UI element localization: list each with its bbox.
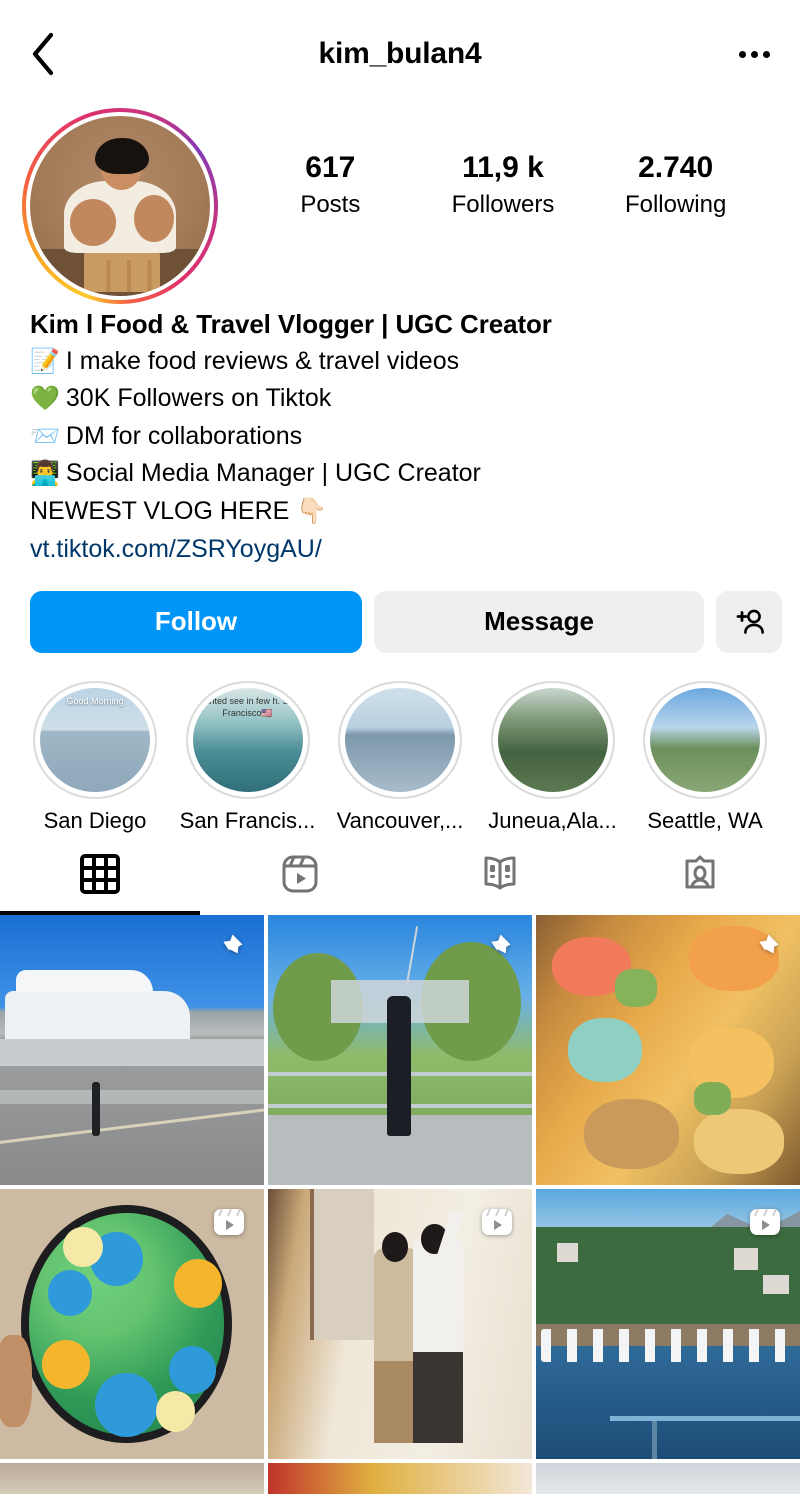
tab-guides[interactable]: [400, 834, 600, 915]
profile-summary: 617 Posts 11,9 k Followers 2.740 Followi…: [0, 108, 800, 304]
pin-icon: [476, 929, 516, 969]
bio-line-text: NEWEST VLOG HERE 👇🏻: [30, 496, 328, 525]
post-item[interactable]: [268, 1188, 532, 1459]
green-heart-icon: 💚: [30, 385, 60, 413]
display-name: Kim l Food & Travel Vlogger | UGC Creato…: [30, 309, 552, 339]
stat-followers[interactable]: 11,9 k Followers: [444, 150, 562, 220]
follow-button[interactable]: Follow: [30, 590, 362, 653]
bio-section: Kim l Food & Travel Vlogger | UGC Creato…: [0, 298, 800, 569]
posts-count: 617: [305, 151, 356, 184]
highlight-cover: [497, 687, 608, 793]
highlight-item[interactable]: Good Morning San Diego: [20, 680, 170, 833]
bio-link[interactable]: vt.tiktok.com/ZSRYoygAU/: [30, 531, 322, 569]
pin-icon: [208, 929, 248, 969]
post-item[interactable]: [536, 1462, 800, 1494]
following-label: Following: [624, 190, 727, 218]
post-item[interactable]: [0, 914, 264, 1185]
highlight-label: San Diego: [43, 808, 147, 833]
post-item[interactable]: [0, 1188, 264, 1459]
bio-line: 💚 30K Followers on Tiktok: [30, 380, 770, 418]
highlight-cover: [345, 687, 455, 793]
followers-count: 11,9 k: [462, 151, 544, 184]
guides-icon: [484, 856, 516, 890]
highlight-item[interactable]: granted see in few h. San Francisco🇺🇸 Sa…: [173, 680, 323, 833]
tab-tagged[interactable]: [600, 834, 800, 915]
reel-icon: [478, 1203, 516, 1241]
highlight-label: Juneua,Ala...: [488, 808, 617, 833]
bio-line-text: Social Media Manager | UGC Creator: [65, 459, 481, 488]
message-button[interactable]: Message: [374, 590, 704, 653]
avatar-image: [30, 116, 210, 296]
profile-tabs: [0, 832, 800, 915]
tagged-icon: [685, 855, 715, 889]
highlight-item[interactable]: Juneua,Ala...: [478, 680, 628, 833]
highlight-cover: [650, 687, 760, 793]
add-person-icon: [736, 609, 764, 634]
bio-line: 👨‍💻 Social Media Manager | UGC Creator: [30, 455, 770, 493]
post-item[interactable]: [0, 1462, 264, 1494]
profile-actions: Follow Message: [0, 569, 800, 663]
bio-line: 📨 DM for collaborations: [30, 418, 770, 456]
instagram-profile-screen: kim_bulan4 617 Posts 11,9 k Followers 2.…: [0, 0, 800, 1494]
bio-line: NEWEST VLOG HERE 👇🏻: [30, 493, 770, 531]
highlight-label: San Francis...: [179, 808, 316, 833]
post-item[interactable]: [268, 1462, 532, 1494]
post-item[interactable]: [536, 914, 800, 1185]
technologist-icon: 👨‍💻: [30, 460, 60, 488]
post-item[interactable]: [536, 1188, 800, 1459]
bio-line: 📝 I make food reviews & travel videos: [30, 343, 770, 381]
posts-label: Posts: [300, 190, 361, 218]
pin-icon: [744, 929, 784, 969]
bio-line-text: DM for collaborations: [65, 421, 303, 450]
highlight-cover: Good Morning: [40, 687, 150, 793]
highlight-cover: granted see in few h. San Francisco🇺🇸: [192, 687, 303, 793]
grid-icon: [80, 854, 120, 895]
memo-icon: 📝: [30, 347, 60, 375]
stats-row: 617 Posts 11,9 k Followers 2.740 Followi…: [218, 108, 778, 220]
story-highlights: Good Morning San Diego granted see in fe…: [0, 663, 800, 833]
highlight-cover-text: granted see in few h. San Francisco🇺🇸: [196, 696, 299, 718]
highlight-item[interactable]: Seattle, WA: [630, 680, 780, 833]
post-grid: [0, 914, 800, 1494]
tab-grid[interactable]: [0, 834, 200, 915]
bio-line-text: I make food reviews & travel videos: [65, 346, 460, 375]
stat-posts[interactable]: 617 Posts: [271, 150, 389, 220]
reel-icon: [746, 1203, 784, 1241]
highlight-label: Vancouver,...: [336, 808, 464, 833]
page-title: kim_bulan4: [318, 37, 482, 70]
add-person-button[interactable]: [716, 590, 782, 653]
highlight-cover-text: Good Morning: [66, 696, 124, 707]
following-count: 2.740: [638, 151, 714, 184]
highlight-label: Seattle, WA: [647, 808, 763, 833]
back-button[interactable]: [30, 32, 64, 76]
highlight-item[interactable]: Vancouver,...: [325, 680, 475, 833]
followers-label: Followers: [451, 190, 555, 218]
avatar[interactable]: [22, 108, 218, 304]
app-header: kim_bulan4: [0, 0, 800, 108]
reel-icon: [210, 1203, 248, 1241]
stat-following[interactable]: 2.740 Following: [617, 150, 735, 220]
envelope-icon: 📨: [30, 422, 60, 450]
reels-icon: [282, 855, 318, 893]
post-item[interactable]: [268, 914, 532, 1185]
tab-reels[interactable]: [200, 834, 400, 915]
more-options-icon[interactable]: [730, 32, 770, 76]
bio-line-text: 30K Followers on Tiktok: [65, 384, 332, 413]
